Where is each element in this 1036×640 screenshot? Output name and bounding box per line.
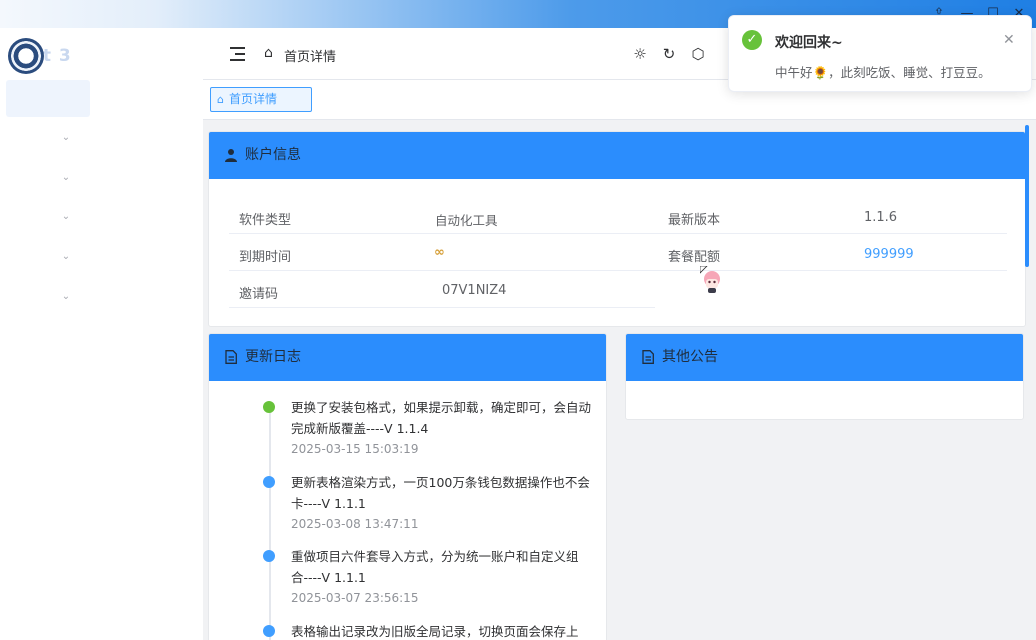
latest-version-value: 1.1.6 xyxy=(864,210,898,225)
account-card: 账户信息 软件类型 自动化工具 最新版本 1.1.6 到期时间 ∞ 套餐配额 9… xyxy=(208,131,1026,327)
timeline-dot xyxy=(263,550,275,562)
invite-code-label: 邀请码 xyxy=(239,287,279,302)
cube-icon[interactable]: ⬡ xyxy=(689,45,707,63)
quota-label: 套餐配额 xyxy=(668,250,721,265)
expiry-value: ∞ xyxy=(434,245,445,260)
latest-version-label: 最新版本 xyxy=(668,213,721,228)
chevron-down-icon[interactable]: ⌄ xyxy=(60,291,72,303)
timeline-dot xyxy=(263,401,275,413)
refresh-icon[interactable]: ↻ xyxy=(660,45,678,63)
notification-message: 中午好🌻，此刻吃饭、睡觉、打豆豆。 xyxy=(775,62,991,81)
success-check-icon: ✓ xyxy=(742,30,762,50)
theme-icon[interactable]: ☼ xyxy=(631,45,649,63)
chevron-down-icon[interactable]: ⌄ xyxy=(60,251,72,263)
document-icon xyxy=(642,350,654,364)
tab-home-detail[interactable]: ⌂ 首页详情 xyxy=(210,87,312,112)
chevron-down-icon[interactable]: ⌄ xyxy=(60,132,72,144)
changelog-card: 更新日志 更换了安装包格式，如果提示卸载，确定即可，会自动完成新版覆盖----V… xyxy=(208,333,607,640)
app-logo-text: it 3 xyxy=(36,46,72,66)
sunflower-icon: 🌻 xyxy=(812,65,829,80)
tab-label: 首页详情 xyxy=(229,92,278,106)
software-type-label: 软件类型 xyxy=(239,213,292,228)
account-row: 最新版本 1.1.6 xyxy=(655,197,1007,234)
collapse-menu-icon[interactable] xyxy=(230,47,245,61)
changelog-card-header: 更新日志 xyxy=(209,334,606,381)
home-icon: ⌂ xyxy=(217,93,224,106)
notification-title: 欢迎回来~ xyxy=(775,35,843,51)
scrollbar-thumb[interactable] xyxy=(1025,125,1029,267)
quota-value: 999999 xyxy=(864,247,914,262)
announcements-card: 其他公告 xyxy=(625,333,1024,420)
changelog-entry-time: 2025-03-07 23:56:15 xyxy=(291,591,419,605)
document-icon xyxy=(225,350,237,364)
sidebar-item-home[interactable] xyxy=(6,80,90,117)
chevron-down-icon[interactable]: ⌄ xyxy=(60,211,72,223)
account-row: 软件类型 自动化工具 xyxy=(229,197,655,234)
timeline-dot xyxy=(263,476,275,488)
changelog-entry-time: 2025-03-08 13:47:11 xyxy=(291,517,419,531)
home-icon: ⌂ xyxy=(264,45,273,61)
changelog-entry-time: 2025-03-15 15:03:19 xyxy=(291,442,419,456)
notification-message-prefix: 中午好 xyxy=(775,65,813,80)
changelog-entry-text: 重做项目六件套导入方式，分为统一账户和自定义组合----V 1.1.1 xyxy=(291,549,579,585)
software-type-value: 自动化工具 xyxy=(435,213,498,228)
changelog-entry-text: 更新表格渲染方式，一页100万条钱包数据操作也不会卡----V 1.1.1 xyxy=(291,475,590,511)
account-row: 邀请码 07V1NIZ4 xyxy=(229,271,655,308)
account-card-header: 账户信息 xyxy=(209,132,1025,179)
invite-code-value[interactable]: 07V1NIZ4 xyxy=(442,283,506,298)
changelog-card-title: 更新日志 xyxy=(245,349,301,365)
pet-mascot-icon xyxy=(700,266,720,293)
main-content: 账户信息 软件类型 自动化工具 最新版本 1.1.6 到期时间 ∞ 套餐配额 9… xyxy=(203,121,1036,640)
timeline-dot xyxy=(263,625,275,637)
user-icon xyxy=(225,149,237,162)
expiry-label: 到期时间 xyxy=(239,250,292,265)
announcements-card-title: 其他公告 xyxy=(662,349,718,365)
notification-message-suffix: ，此刻吃饭、睡觉、打豆豆。 xyxy=(828,65,991,80)
welcome-notification: ✓ 欢迎回来~ 中午好🌻，此刻吃饭、睡觉、打豆豆。 ✕ xyxy=(728,15,1032,92)
app-logo-icon xyxy=(8,38,44,74)
account-card-title: 账户信息 xyxy=(245,147,301,163)
account-row: 到期时间 ∞ xyxy=(229,234,655,271)
timeline-line xyxy=(269,409,271,640)
changelog-entry-text: 表格输出记录改为旧版全局记录，切换页面会保存上 xyxy=(291,624,579,639)
chevron-down-icon[interactable]: ⌄ xyxy=(60,172,72,184)
sidebar: it 3 ⌄ ⌄ ⌄ ⌄ ⌄ xyxy=(0,28,203,640)
announcements-card-header: 其他公告 xyxy=(626,334,1023,381)
changelog-entry-text: 更换了安装包格式，如果提示卸载，确定即可，会自动完成新版覆盖----V 1.1.… xyxy=(291,400,592,436)
close-icon[interactable]: ✕ xyxy=(1003,32,1015,48)
breadcrumb: 首页详情 xyxy=(284,50,337,65)
